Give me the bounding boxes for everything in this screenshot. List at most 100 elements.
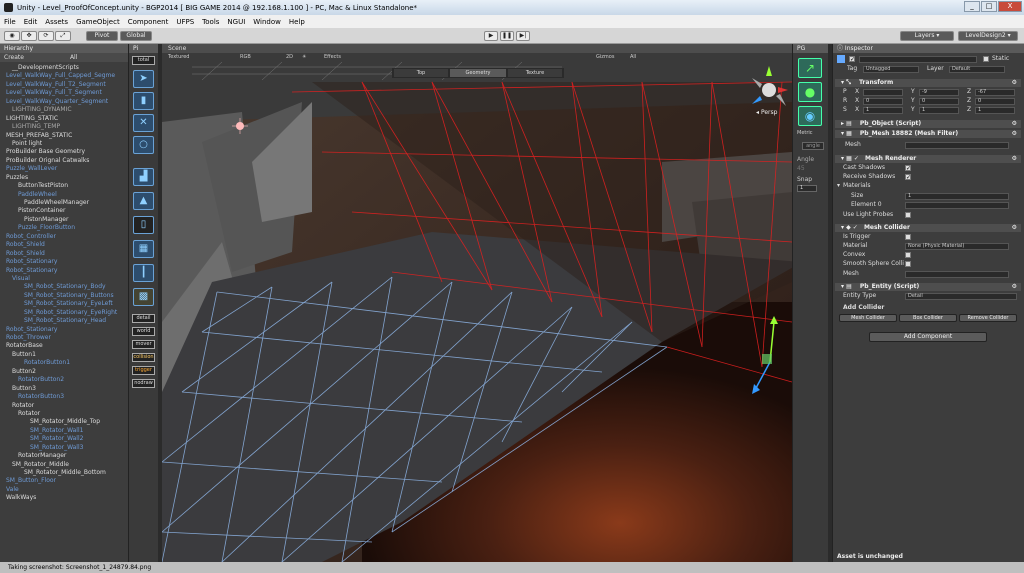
snap-input[interactable]: 1 [797, 185, 817, 192]
pos-z-input[interactable]: -67 [975, 89, 1015, 96]
mesh-renderer-header[interactable]: ▾ ▦ ✓ Mesh Renderer ⚙ [835, 155, 1021, 163]
hierarchy-item[interactable]: SM_Robot_Stationary_Buttons [0, 292, 128, 300]
position-icon[interactable]: P [843, 88, 847, 96]
receive-shadows-checkbox[interactable]: ✓ [905, 174, 911, 181]
hierarchy-item[interactable]: RotatorManager [0, 452, 128, 460]
menu-window[interactable]: Window [249, 18, 285, 26]
pos-y-input[interactable]: -9 [919, 89, 959, 96]
view-tab-texture[interactable]: Texture [508, 69, 562, 77]
pg-tab[interactable]: PG [793, 44, 828, 53]
effects-dropdown[interactable]: Effects [324, 54, 341, 60]
pos-x-input[interactable] [863, 89, 903, 96]
hierarchy-item[interactable]: Level_WalkWay_Quarter_Segment [0, 98, 128, 106]
hierarchy-item[interactable]: Robot_Stationary [0, 326, 128, 334]
gear-icon[interactable]: ⚙ [1012, 224, 1017, 232]
static-checkbox[interactable] [983, 56, 989, 62]
mesh-collider-button[interactable]: Mesh Collider [839, 314, 897, 322]
hierarchy-item[interactable]: SM_Robot_Stationary_EyeLeft [0, 300, 128, 308]
hierarchy-item[interactable]: Puzzle_FloorButton [0, 224, 128, 232]
menu-tools[interactable]: Tools [198, 18, 223, 26]
hierarchy-item[interactable]: WalkWays [0, 494, 128, 502]
vertex-tool-icon[interactable]: ▲ [133, 192, 154, 210]
scene-viewport[interactable]: Top Geometry Texture ◂ Persp [162, 62, 792, 562]
menu-help[interactable]: Help [285, 18, 309, 26]
tag-dropdown[interactable]: Untagged [863, 66, 919, 73]
scale-x-input[interactable]: 1 [863, 107, 903, 114]
materials-row[interactable]: ▾ Materials [833, 182, 1024, 190]
maximize-button[interactable]: □ [981, 1, 997, 12]
menu-assets[interactable]: Assets [41, 18, 72, 26]
pb-entity-header[interactable]: ▾ ▤ Pb_Entity (Script) ⚙ [835, 283, 1021, 291]
rot-z-input[interactable]: 0 [975, 98, 1015, 105]
element0-field[interactable] [905, 202, 1009, 209]
mesh-field[interactable] [905, 142, 1009, 149]
hierarchy-item[interactable]: PistonManager [0, 216, 128, 224]
ruler-tool-icon[interactable]: ┃ [133, 264, 154, 282]
move-tool-button[interactable]: ✥ [21, 31, 37, 41]
hierarchy-item[interactable]: SM_Rotator_Middle_Bottom [0, 469, 128, 477]
menu-edit[interactable]: Edit [20, 18, 42, 26]
layers-dropdown[interactable]: Layers ▾ [900, 31, 954, 41]
object-name-field[interactable] [859, 56, 977, 63]
hierarchy-item[interactable]: Robot_Shield [0, 241, 128, 249]
hierarchy-item[interactable]: SM_Rotator_Wall1 [0, 427, 128, 435]
edge-tool-icon[interactable]: ○ [133, 136, 154, 154]
tools-tab[interactable]: Pi [129, 44, 158, 53]
active-checkbox[interactable]: ✓ [849, 56, 855, 63]
size-input[interactable]: 1 [905, 193, 1009, 200]
scale-y-input[interactable]: 1 [919, 107, 959, 114]
gear-icon[interactable]: ⚙ [1012, 283, 1017, 291]
box-collider-button[interactable]: Box Collider [899, 314, 957, 322]
pause-button[interactable]: ❚❚ [500, 31, 514, 41]
menu-gameobject[interactable]: GameObject [72, 18, 124, 26]
menu-file[interactable]: File [0, 18, 20, 26]
menu-ngui[interactable]: NGUI [223, 18, 249, 26]
smooth-sphere-checkbox[interactable] [905, 261, 911, 267]
cast-shadows-checkbox[interactable]: ✓ [905, 165, 911, 172]
gear-icon[interactable]: ⚙ [1012, 155, 1017, 163]
hierarchy-item[interactable]: ProBuilder Orignal Catwalks [0, 157, 128, 165]
hierarchy-tab[interactable]: Hierarchy [0, 44, 128, 53]
hierarchy-search[interactable]: All [70, 53, 77, 62]
hierarchy-item[interactable]: Robot_Stationary [0, 258, 128, 266]
layer-dropdown[interactable]: Default [949, 66, 1005, 73]
add-component-button[interactable]: Add Component [869, 332, 987, 342]
view-tab-top[interactable]: Top [394, 69, 448, 77]
gizmos-dropdown[interactable]: Gizmos [596, 54, 614, 60]
hierarchy-item[interactable]: Button3 [0, 385, 128, 393]
2d-toggle[interactable]: 2D [286, 54, 293, 60]
hierarchy-item[interactable]: RotatorButton1 [0, 359, 128, 367]
persp-label[interactable]: ◂ Persp [756, 109, 777, 116]
menu-ufps[interactable]: UFPS [172, 18, 198, 26]
render-mode-dropdown[interactable]: RGB [240, 54, 251, 60]
rotation-icon[interactable]: R [843, 97, 847, 105]
hierarchy-item[interactable]: Puzzle_WallLever [0, 165, 128, 173]
hierarchy-item[interactable]: PaddleWheelManager [0, 199, 128, 207]
hierarchy-item[interactable]: Robot_Thrower [0, 334, 128, 342]
hierarchy-item[interactable]: Button1 [0, 351, 128, 359]
transform-header[interactable]: ▾ ⤡ Transform ⚙ [835, 79, 1021, 87]
trigger-button[interactable]: trigger [132, 366, 155, 375]
metric-label[interactable]: Metric [797, 130, 813, 136]
minimize-button[interactable]: _ [964, 1, 980, 12]
hierarchy-item[interactable]: SM_Robot_Stationary_EyeRight [0, 309, 128, 317]
pg-snap-icon[interactable]: ↗ [798, 58, 822, 78]
gear-icon[interactable]: ⚙ [1012, 120, 1017, 128]
gear-icon[interactable]: ⚙ [1012, 130, 1017, 138]
hierarchy-item[interactable]: SM_Rotator_Middle_Top [0, 418, 128, 426]
detail-button[interactable]: detail [132, 314, 155, 323]
mesh-collider-header[interactable]: ▾ ◆ ✓ Mesh Collider ⚙ [835, 224, 1021, 232]
inspector-tab[interactable]: ⓘ Inspector [833, 44, 1024, 53]
shading-dropdown[interactable]: Textured [168, 54, 189, 60]
nodraw-button[interactable]: nodraw [132, 379, 155, 388]
hierarchy-item[interactable]: PaddleWheel [0, 191, 128, 199]
hierarchy-item[interactable]: SM_Rotator_Middle [0, 461, 128, 469]
hierarchy-item[interactable]: Robot_Shield [0, 250, 128, 258]
create-dropdown[interactable]: Create [4, 53, 24, 62]
physic-material-field[interactable]: None (Physic Material) [905, 243, 1009, 250]
face-tool-icon[interactable]: ▟ [133, 168, 154, 186]
scale-row-icon[interactable]: S [843, 106, 847, 114]
step-button[interactable]: ▶| [516, 31, 530, 41]
hierarchy-item[interactable]: Rotator [0, 410, 128, 418]
hand-tool-button[interactable]: ◉ [4, 31, 20, 41]
